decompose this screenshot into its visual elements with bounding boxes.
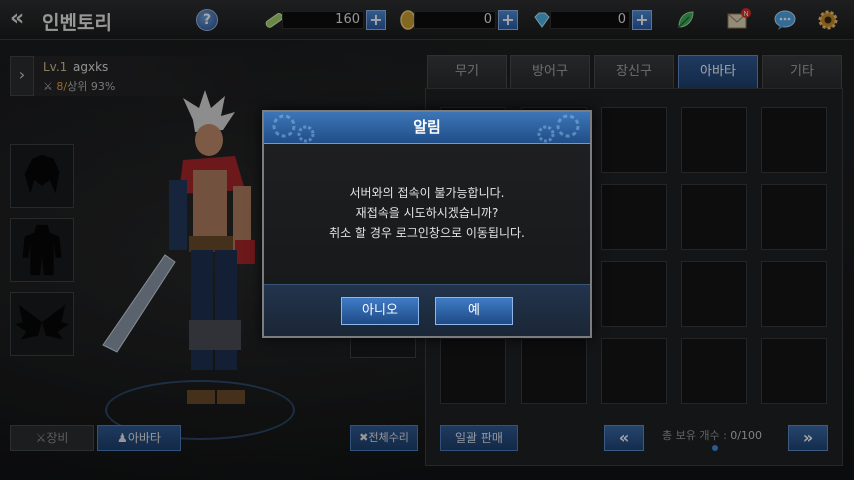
gear-decoration-icon	[537, 114, 580, 143]
dialog-footer: 아니오 예	[264, 284, 590, 336]
dialog-title: 알림	[413, 118, 441, 136]
dialog-message-line: 재접속을 시도하시겠습니까?	[355, 206, 499, 220]
dialog-body: 서버와의 접속이 불가능합니다. 재접속을 시도하시겠습니까? 취소 할 경우 …	[264, 144, 590, 284]
yes-button[interactable]: 예	[435, 297, 513, 325]
dialog-message-line: 취소 할 경우 로그인창으로 이동됩니다.	[329, 226, 525, 240]
alert-dialog: 알림 서버와의 접속이 불가능합니다. 재접속을 시도하시겠습니까? 취소 할 …	[262, 110, 592, 338]
dialog-header: 알림	[264, 112, 590, 144]
no-button[interactable]: 아니오	[341, 297, 419, 325]
gear-decoration-icon	[272, 114, 315, 143]
dialog-message-line: 서버와의 접속이 불가능합니다.	[349, 186, 505, 200]
